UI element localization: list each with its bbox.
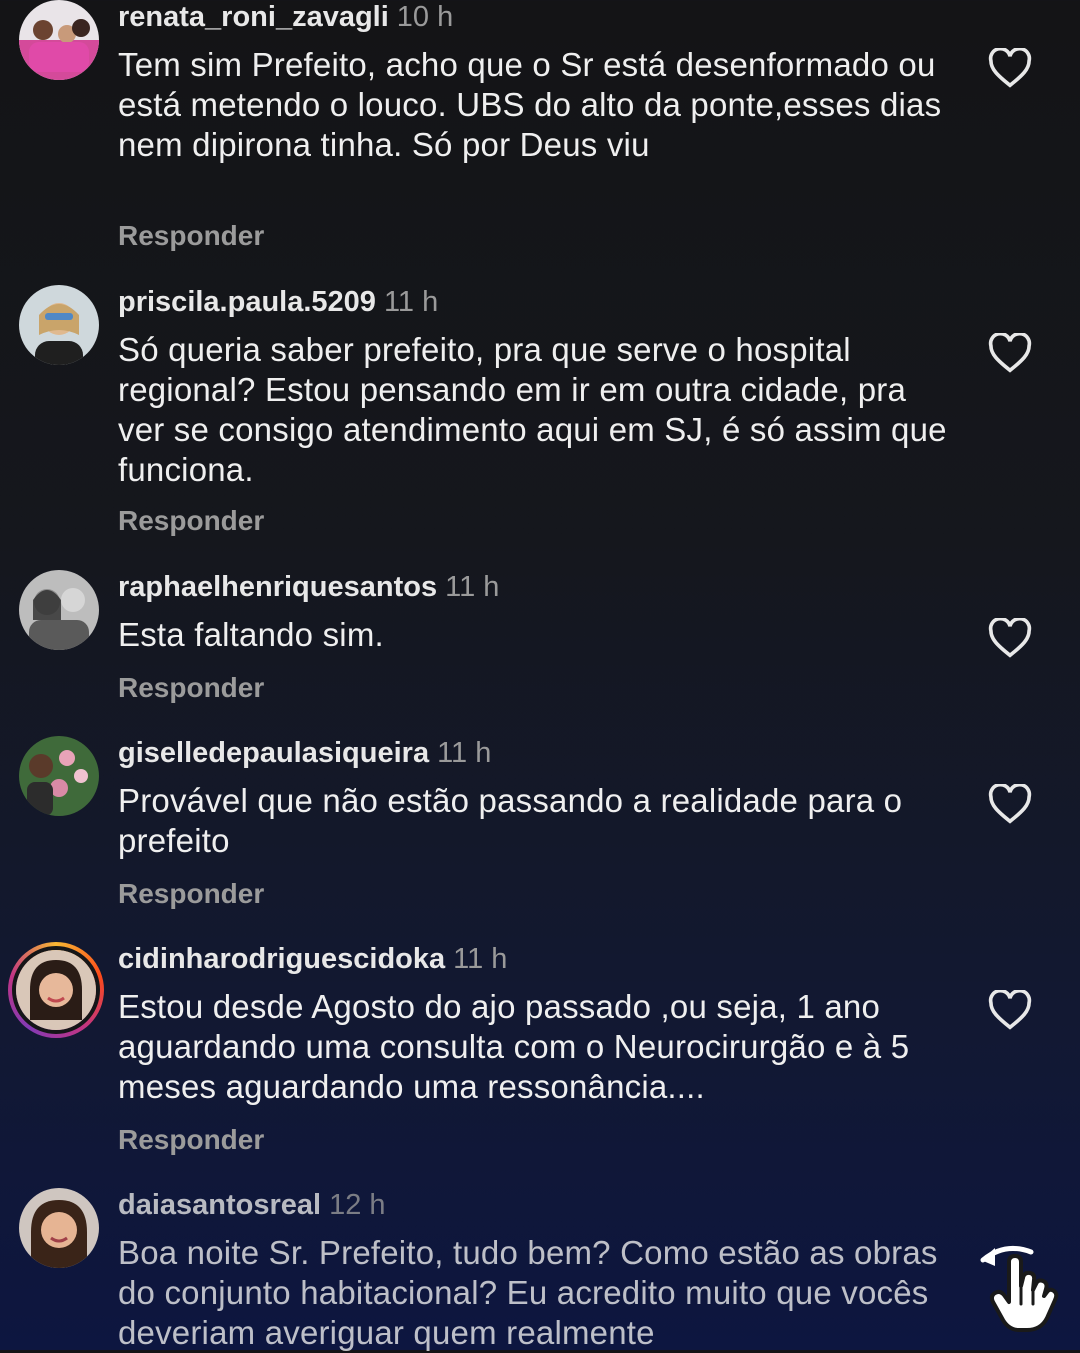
comment-username[interactable]: priscila.paula.5209 bbox=[118, 286, 376, 318]
comment-text: Tem sim Prefeito, acho que o Sr está des… bbox=[118, 46, 942, 163]
comment-username[interactable]: cidinharodriguescidoka bbox=[118, 943, 445, 975]
avatar[interactable] bbox=[19, 285, 99, 365]
reply-button[interactable]: Responder bbox=[118, 878, 264, 910]
comment-time: 12 h bbox=[329, 1189, 386, 1221]
heart-outline-icon[interactable] bbox=[988, 618, 1032, 658]
comment-time: 10 h bbox=[396, 1, 454, 33]
comment-text: Estou desde Agosto do ajo passado ,ou se… bbox=[118, 988, 910, 1105]
hand-swipe-icon bbox=[975, 1238, 1075, 1338]
heart-outline-icon[interactable] bbox=[988, 784, 1032, 824]
reply-button[interactable]: Responder bbox=[118, 1124, 264, 1156]
comment-time: 11 h bbox=[383, 286, 439, 318]
comment-username[interactable]: daiasantosreal bbox=[118, 1189, 321, 1221]
comment-time: 11 h bbox=[453, 943, 508, 975]
comment-username[interactable]: giselledepaulasiqueira bbox=[118, 737, 429, 769]
avatar[interactable] bbox=[19, 736, 99, 816]
comment-time: 11 h bbox=[437, 737, 492, 769]
heart-outline-icon[interactable] bbox=[988, 48, 1032, 88]
reply-button[interactable]: Responder bbox=[118, 505, 264, 537]
avatar-story-ring[interactable] bbox=[8, 942, 104, 1038]
reply-button[interactable]: Responder bbox=[118, 672, 264, 704]
comment-text: Boa noite Sr. Prefeito, tudo bem? Como e… bbox=[118, 1234, 938, 1351]
comment-text: Esta faltando sim. bbox=[118, 616, 384, 653]
heart-outline-icon[interactable] bbox=[988, 990, 1032, 1030]
comment-text: Provável que não estão passando a realid… bbox=[118, 782, 903, 859]
avatar[interactable] bbox=[19, 1188, 99, 1268]
avatar[interactable] bbox=[19, 570, 99, 650]
avatar bbox=[12, 946, 100, 1034]
reply-button[interactable]: Responder bbox=[118, 220, 264, 252]
comment-time: 11 h bbox=[445, 571, 500, 603]
comment-username[interactable]: renata_roni_zavagli bbox=[118, 1, 389, 33]
comment-username[interactable]: raphaelhenriquesantos bbox=[118, 571, 437, 603]
heart-outline-icon[interactable] bbox=[988, 333, 1032, 373]
avatar[interactable] bbox=[19, 0, 99, 80]
comment-text: Só queria saber prefeito, pra que serve … bbox=[118, 331, 947, 488]
